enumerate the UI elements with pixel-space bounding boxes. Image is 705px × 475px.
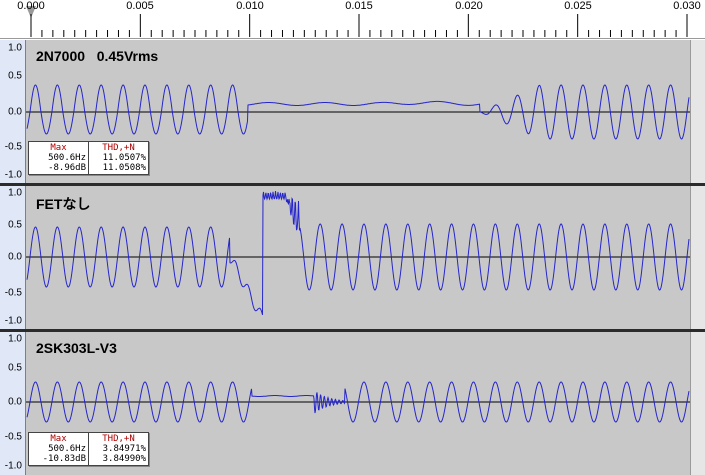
track-title: FETなし bbox=[36, 196, 91, 212]
thd-value-1: 11.0507% bbox=[102, 153, 146, 163]
ruler-ticks bbox=[30, 14, 688, 37]
max-header: Max bbox=[50, 434, 67, 444]
track-title: 2SK303L-V3 bbox=[36, 340, 117, 356]
thd-header: THD,+N bbox=[102, 434, 135, 444]
max-measure-box: Max 500.6Hz -8.96dB bbox=[28, 141, 89, 175]
waveform-fet-nashi bbox=[26, 191, 690, 316]
track-2n7000[interactable]: 1.0 0.5 0.0 -0.5 -1.0 2N7000 0.45Vrms Ma… bbox=[0, 40, 705, 183]
max-db: -8.96dB bbox=[48, 163, 86, 173]
max-db: -10.83dB bbox=[42, 454, 86, 464]
thd-value-2: 3.84990% bbox=[102, 454, 146, 464]
thd-header: THD,+N bbox=[102, 143, 135, 153]
max-header: Max bbox=[50, 143, 67, 153]
time-ruler[interactable]: 0.000 0.005 0.010 0.015 0.020 0.025 0.03… bbox=[0, 0, 705, 39]
max-frequency: 500.6Hz bbox=[48, 153, 86, 163]
thd-measure-box: THD,+N 3.84971% 3.84990% bbox=[88, 432, 149, 466]
max-measure-box: Max 500.6Hz -10.83dB bbox=[28, 432, 89, 466]
track-2sk303l[interactable]: 1.0 0.5 0.0 -0.5 -1.0 2SK303L-V3 Max 500… bbox=[0, 332, 705, 475]
track-fet-nashi[interactable]: 1.0 0.5 0.0 -0.5 -1.0 FETなし bbox=[0, 186, 705, 329]
track-title: 2N7000 0.45Vrms bbox=[36, 48, 159, 64]
thd-measure-box: THD,+N 11.0507% 11.0508% bbox=[88, 141, 149, 175]
thd-value-2: 11.0508% bbox=[102, 163, 146, 173]
thd-value-1: 3.84971% bbox=[102, 444, 146, 454]
max-frequency: 500.6Hz bbox=[48, 444, 86, 454]
